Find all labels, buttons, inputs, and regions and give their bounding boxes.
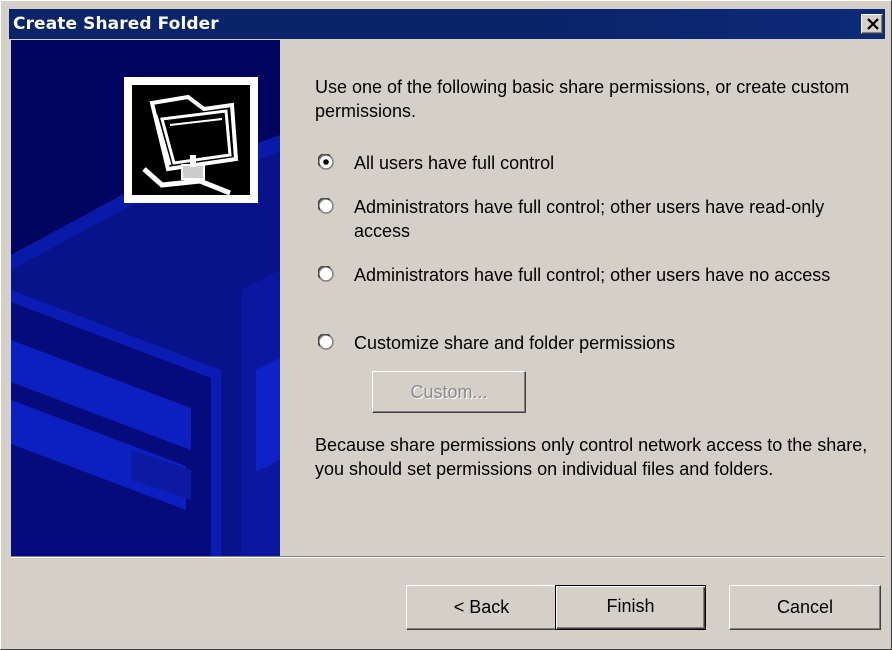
finish-button[interactable]: Finish	[555, 585, 706, 630]
window-title: Create Shared Folder	[13, 14, 219, 34]
shared-folder-network-icon	[124, 77, 258, 203]
create-shared-folder-dialog: Create Shared Folder Use one of the foll…	[0, 0, 892, 650]
custom-button[interactable]: Custom...	[372, 371, 526, 413]
option-label: Administrators have full control; other …	[354, 265, 831, 285]
radio-unselected-icon[interactable]	[318, 266, 334, 282]
radio-unselected-icon[interactable]	[318, 198, 334, 214]
close-icon	[867, 18, 879, 30]
back-button[interactable]: < Back	[406, 585, 557, 630]
radio-unselected-icon[interactable]	[318, 334, 334, 350]
title-bar[interactable]: Create Shared Folder	[9, 9, 885, 39]
option-label: Customize share and folder permissions	[354, 333, 676, 353]
separator	[11, 556, 885, 558]
option-label: Administrators have full control; other …	[354, 197, 825, 241]
wizard-side-panel	[11, 40, 280, 556]
cancel-button[interactable]: Cancel	[729, 585, 881, 630]
option-label: All users have full control	[354, 153, 555, 173]
intro-text: Use one of the following basic share per…	[315, 77, 850, 121]
close-button[interactable]	[861, 14, 883, 34]
radio-selected-icon[interactable]	[318, 154, 334, 170]
permissions-note: Because share permissions only control n…	[315, 435, 868, 479]
